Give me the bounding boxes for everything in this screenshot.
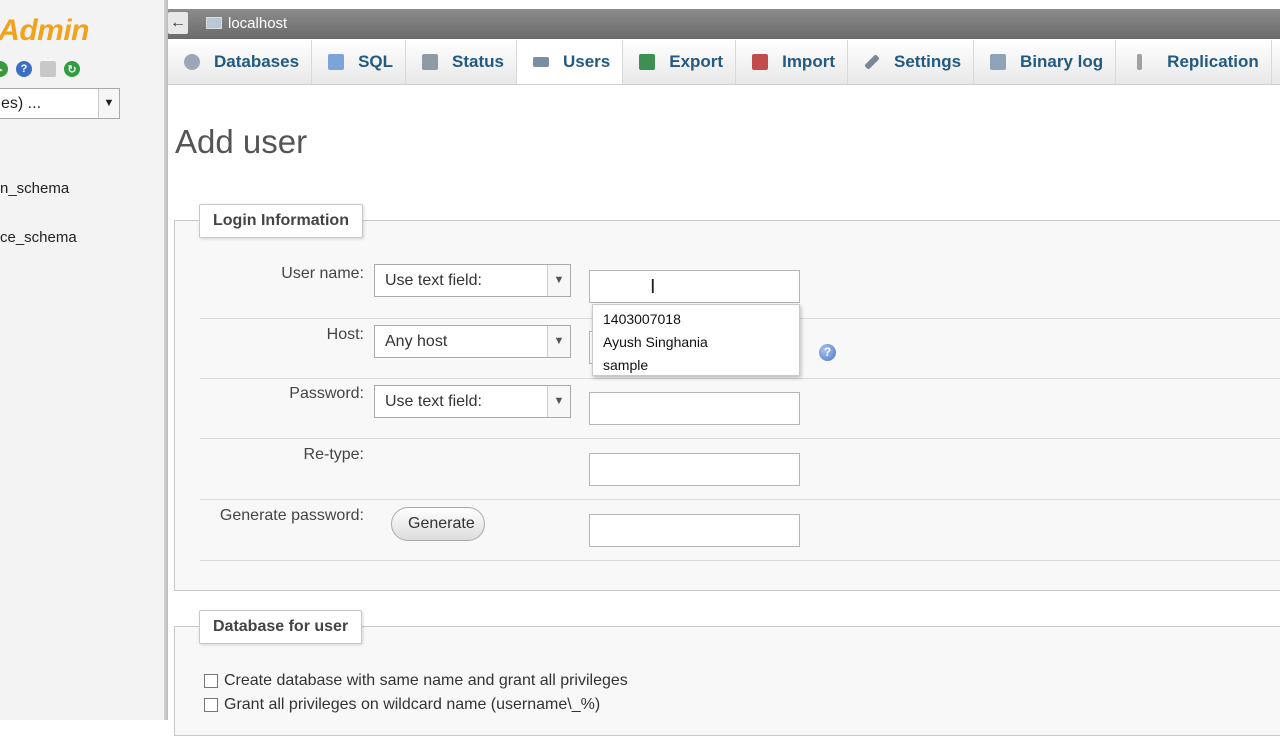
autocomplete-option[interactable]: sample (603, 357, 648, 373)
nav-database-item[interactable]: n_schema (0, 180, 69, 197)
export-icon (639, 54, 656, 70)
row-divider (200, 560, 1280, 561)
username-type-select[interactable]: Use text field: ▼ (374, 264, 571, 297)
create-database-checkbox[interactable] (204, 674, 218, 688)
tab-export[interactable]: Export (623, 40, 737, 84)
page-title: Add user (175, 123, 308, 160)
username-input[interactable] (589, 270, 800, 303)
autocomplete-option[interactable]: 1403007018 (603, 311, 681, 327)
password-type-select[interactable]: Use text field: ▼ (374, 385, 571, 418)
help-icon[interactable]: ? (16, 61, 32, 77)
row-divider (200, 438, 1280, 439)
nav-icon-bar: ▸ ? ↻ (0, 61, 80, 77)
server-icon (206, 17, 222, 29)
database-for-user-legend: Database for user (199, 610, 363, 644)
generate-password-label: Generate password: (219, 507, 364, 524)
tab-import[interactable]: Import (736, 40, 848, 84)
grant-wildcard-label[interactable]: Grant all privileges on wildcard name (u… (224, 696, 600, 714)
row-divider (200, 378, 1280, 379)
docs-icon[interactable] (40, 61, 56, 77)
password-label: Password: (289, 385, 364, 402)
status-icon (422, 54, 439, 70)
retype-label: Re-type: (303, 446, 364, 463)
tab-replication[interactable]: Replication (1116, 40, 1272, 84)
database-icon (184, 54, 200, 70)
tab-sql[interactable]: SQL (312, 40, 407, 84)
sql-icon (328, 54, 345, 70)
phpmyadmin-logo[interactable]: yAdmin (0, 14, 90, 48)
tab-users[interactable]: Users (516, 40, 624, 84)
navigation-panel: yAdmin ▸ ? ↻ es) ... ▼ n_schema ce_schem… (0, 0, 165, 720)
server-breadcrumb-bar: ← localhost (168, 9, 1280, 39)
host-label: Host: (326, 326, 364, 343)
create-database-label[interactable]: Create database with same name and grant… (224, 672, 628, 690)
generate-button[interactable]: Generate (391, 507, 485, 541)
main-tabs: Databases SQL Status Users Export Import… (168, 40, 1280, 85)
password-input[interactable] (589, 392, 800, 425)
tab-settings[interactable]: Settings (848, 40, 975, 84)
host-select[interactable]: Any host ▼ (374, 325, 571, 358)
grant-wildcard-option: Grant all privileges on wildcard name (u… (204, 696, 600, 714)
collapse-nav-icon[interactable]: ← (168, 12, 188, 34)
chevron-down-icon: ▼ (98, 89, 119, 118)
autocomplete-option[interactable]: Ayush Singhania (603, 334, 708, 350)
replication-icon (1137, 54, 1143, 70)
settings-icon (864, 54, 880, 70)
tab-binary-log[interactable]: Binary log (974, 40, 1117, 84)
nav-resizer[interactable] (164, 0, 168, 720)
tab-status[interactable]: Status (406, 40, 517, 84)
tab-databases[interactable]: Databases (168, 40, 313, 84)
chevron-down-icon: ▼ (547, 265, 570, 296)
nav-database-item[interactable]: ce_schema (0, 229, 77, 246)
text-cursor-icon: I (650, 276, 656, 298)
database-select[interactable]: es) ... ▼ (0, 88, 120, 119)
login-information-legend: Login Information (199, 204, 363, 238)
create-database-option: Create database with same name and grant… (204, 672, 628, 690)
users-icon (532, 56, 549, 67)
username-label: User name: (281, 265, 364, 282)
chevron-down-icon: ▼ (547, 386, 570, 417)
username-autocomplete-list: 1403007018 Ayush Singhania sample (592, 304, 800, 376)
row-divider (200, 499, 1280, 500)
binary-log-icon (990, 54, 1007, 70)
help-icon[interactable]: ? (819, 344, 836, 361)
grant-wildcard-checkbox[interactable] (204, 698, 218, 712)
chevron-down-icon: ▼ (547, 326, 570, 357)
home-icon[interactable]: ▸ (0, 61, 8, 77)
generated-password-input[interactable] (589, 514, 800, 547)
server-breadcrumb[interactable]: localhost (228, 15, 287, 32)
import-icon (752, 54, 769, 70)
reload-icon[interactable]: ↻ (64, 61, 80, 77)
retype-password-input[interactable] (589, 453, 800, 486)
